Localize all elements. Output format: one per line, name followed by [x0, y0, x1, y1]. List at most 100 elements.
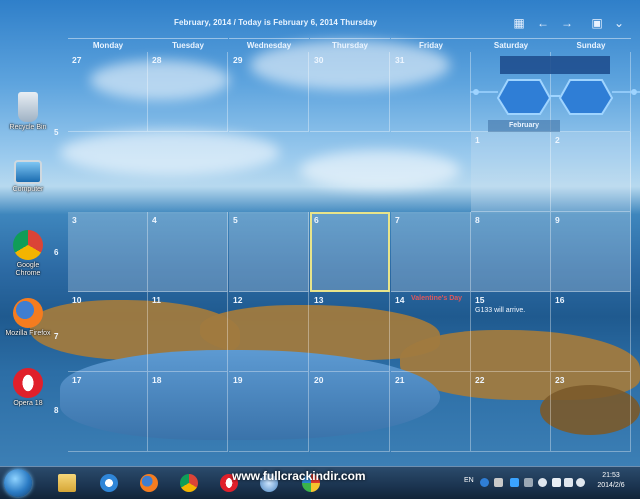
clock-time: 21:53: [602, 472, 620, 479]
calendar-day-today[interactable]: 6: [310, 212, 390, 292]
day-number: 9: [555, 215, 560, 225]
next-month-button[interactable]: →: [558, 14, 576, 32]
cloud-icon[interactable]: [538, 478, 547, 487]
day-number: 27: [72, 55, 82, 65]
calendar-day-cell[interactable]: 12: [229, 292, 309, 372]
calendar-day-cell[interactable]: 30: [310, 52, 390, 132]
calendar-day-cell[interactable]: 29: [229, 52, 309, 132]
calendar-day-cell[interactable]: 1: [471, 132, 551, 212]
calendar-day-cell[interactable]: 7: [391, 212, 471, 292]
chrome-icon: [180, 474, 198, 492]
windows-icon[interactable]: [510, 478, 519, 487]
calendar-day-cell[interactable]: 22: [471, 372, 551, 452]
day-number: 15: [475, 295, 485, 305]
calendar-day-cell[interactable]: [391, 132, 471, 212]
tray-app-icon[interactable]: [524, 478, 533, 487]
weekday-saturday: Saturday: [471, 38, 551, 53]
calendar-day-cell[interactable]: 8: [471, 212, 551, 292]
day-number: 14: [395, 295, 405, 305]
day-number: 12: [233, 295, 243, 305]
calendar-day-cell[interactable]: 31: [391, 52, 471, 132]
taskbar-explorer-button[interactable]: [54, 471, 80, 495]
watermark-text: www.fullcrackindir.com: [232, 469, 366, 483]
calendar-day-cell[interactable]: 3: [68, 212, 148, 292]
flag-icon[interactable]: [552, 478, 561, 487]
day-number: 5: [233, 215, 238, 225]
weekday-friday: Friday: [391, 38, 471, 53]
week-number: 8: [54, 406, 59, 415]
day-number: 20: [314, 375, 324, 385]
collapse-chevron-icon[interactable]: ⌄: [610, 14, 628, 32]
day-number: 4: [152, 215, 157, 225]
taskbar-ie-button[interactable]: [96, 471, 122, 495]
calendar-day-cell[interactable]: 14 Valentine's Day: [391, 292, 471, 372]
calendar-day-cell[interactable]: 27: [68, 52, 148, 132]
internet-explorer-icon: [100, 474, 118, 492]
help-icon[interactable]: [480, 478, 489, 487]
calendar-day-cell[interactable]: 4: [148, 212, 228, 292]
day-number: 22: [475, 375, 485, 385]
day-number: 2: [555, 135, 560, 145]
calendar-day-cell[interactable]: [148, 132, 228, 212]
decorative-graphic: [470, 52, 640, 116]
calendar-day-cell[interactable]: 23: [551, 372, 631, 452]
glasses-graphic: [470, 56, 640, 115]
previous-month-button[interactable]: ←: [534, 14, 552, 32]
weekday-tuesday: Tuesday: [148, 38, 228, 53]
tray-settings-icon[interactable]: [494, 478, 503, 487]
calendar-day-cell[interactable]: 15 G133 will arrive.: [471, 292, 551, 372]
desktop-calendar: February, 2014 / Today is February 6, 20…: [0, 0, 640, 466]
day-number: 19: [233, 375, 243, 385]
calendar-day-cell[interactable]: [68, 132, 148, 212]
calendar-day-cell[interactable]: 19: [229, 372, 309, 452]
week-number: 6: [54, 248, 59, 257]
weekday-wednesday: Wednesday: [229, 38, 309, 53]
holiday-label: Valentine's Day: [411, 295, 463, 302]
language-indicator[interactable]: EN: [464, 477, 474, 484]
calendar-day-cell[interactable]: [310, 132, 390, 212]
calendar-day-cell[interactable]: 17: [68, 372, 148, 452]
calendar-day-cell[interactable]: 5: [229, 212, 309, 292]
day-number: 10: [72, 295, 82, 305]
calendar-day-cell[interactable]: 13: [310, 292, 390, 372]
calendar-view-icon[interactable]: ▦: [510, 14, 528, 32]
calendar-title: February, 2014 / Today is February 6, 20…: [174, 18, 378, 27]
weekday-thursday: Thursday: [310, 38, 390, 53]
calendar-day-cell[interactable]: 18: [148, 372, 228, 452]
calendar-day-cell[interactable]: 20: [310, 372, 390, 452]
clock-date: 2014/2/6: [597, 482, 625, 489]
day-number: 6: [314, 215, 319, 225]
day-number: 1: [475, 135, 480, 145]
firefox-icon: [140, 474, 158, 492]
calendar-day-cell[interactable]: 9: [551, 212, 631, 292]
calendar-event[interactable]: G133 will arrive.: [475, 307, 525, 314]
calendar-day-cell[interactable]: 11: [148, 292, 228, 372]
taskbar-firefox-button[interactable]: [136, 471, 162, 495]
volume-icon[interactable]: [576, 478, 585, 487]
folder-icon: [58, 474, 76, 492]
day-number: 23: [555, 375, 565, 385]
calendar-day-cell[interactable]: 16: [551, 292, 631, 372]
calendar-day-cell[interactable]: 28: [148, 52, 228, 132]
calendar-day-cell[interactable]: 10: [68, 292, 148, 372]
clock[interactable]: 21:53 2014/2/6: [588, 471, 634, 491]
day-number: 30: [314, 55, 324, 65]
calendar-day-cell[interactable]: 2: [551, 132, 631, 212]
day-number: 3: [72, 215, 77, 225]
day-number: 29: [233, 55, 243, 65]
week-number: 7: [54, 332, 59, 341]
taskbar-chrome-button[interactable]: [176, 471, 202, 495]
weekday-monday: Monday: [68, 38, 148, 53]
day-number: 21: [395, 375, 405, 385]
day-number: 8: [475, 215, 480, 225]
mini-month-label: February: [488, 120, 560, 132]
day-number: 31: [395, 55, 405, 65]
start-button[interactable]: [4, 469, 32, 497]
weekday-sunday: Sunday: [551, 38, 631, 53]
day-number: 18: [152, 375, 162, 385]
calendar-day-cell[interactable]: 21: [391, 372, 471, 452]
display-settings-icon[interactable]: ▣: [588, 14, 606, 32]
day-number: 11: [152, 295, 161, 305]
network-icon[interactable]: [564, 478, 573, 487]
calendar-day-cell[interactable]: [229, 132, 309, 212]
